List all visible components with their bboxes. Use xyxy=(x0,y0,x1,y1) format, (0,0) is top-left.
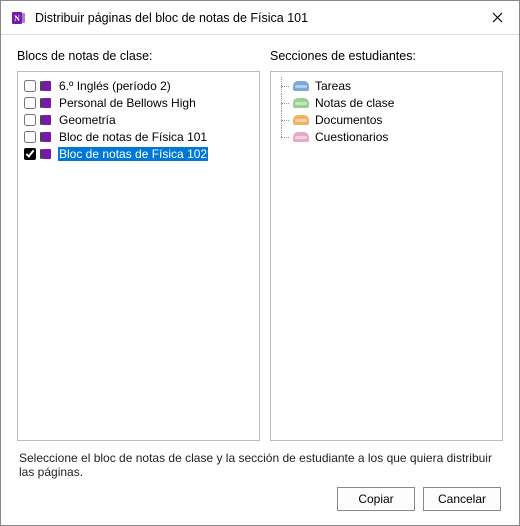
notebook-item[interactable]: Bloc de notas de Física 101 xyxy=(22,128,255,145)
section-tab-icon xyxy=(293,132,309,142)
notebook-icon xyxy=(40,97,54,109)
notebook-item[interactable]: Geometría xyxy=(22,111,255,128)
dialog-content: Blocs de notas de clase: 6.º Inglés (per… xyxy=(1,35,519,525)
notebook-icon xyxy=(40,148,54,160)
notebook-icon xyxy=(40,80,54,92)
notebook-item[interactable]: 6.º Inglés (período 2) xyxy=(22,77,255,94)
section-label: Tareas xyxy=(315,79,351,93)
columns: Blocs de notas de clase: 6.º Inglés (per… xyxy=(17,49,503,441)
svg-text:N: N xyxy=(14,14,20,23)
notebook-checkbox[interactable] xyxy=(24,97,36,109)
notebook-item[interactable]: Bloc de notas de Física 102 xyxy=(22,145,255,162)
app-icon: N xyxy=(11,10,27,26)
notebook-label: Bloc de notas de Física 102 xyxy=(58,147,208,161)
section-item[interactable]: Cuestionarios xyxy=(281,128,498,145)
button-row: Copiar Cancelar xyxy=(17,483,503,515)
instruction-text: Seleccione el bloc de notas de clase y l… xyxy=(17,441,503,483)
titlebar: N Distribuir páginas del bloc de notas d… xyxy=(1,1,519,35)
notebook-item[interactable]: Personal de Bellows High xyxy=(22,94,255,111)
section-label: Notas de clase xyxy=(315,96,394,110)
section-item[interactable]: Documentos xyxy=(281,111,498,128)
notebook-label: Bloc de notas de Física 101 xyxy=(58,130,208,144)
section-tab-icon xyxy=(293,115,309,125)
close-button[interactable] xyxy=(479,4,515,32)
notebook-label: Personal de Bellows High xyxy=(58,96,197,110)
notebook-label: 6.º Inglés (período 2) xyxy=(58,79,172,93)
notebooks-column: Blocs de notas de clase: 6.º Inglés (per… xyxy=(17,49,260,441)
section-item[interactable]: Tareas xyxy=(281,77,498,94)
section-tab-icon xyxy=(293,98,309,108)
notebook-icon xyxy=(40,131,54,143)
notebook-checkbox[interactable] xyxy=(24,80,36,92)
dialog-window: N Distribuir páginas del bloc de notas d… xyxy=(0,0,520,526)
cancel-button[interactable]: Cancelar xyxy=(423,487,501,511)
notebook-icon xyxy=(40,114,54,126)
notebook-checkbox[interactable] xyxy=(24,131,36,143)
section-item[interactable]: Notas de clase xyxy=(281,94,498,111)
dialog-title: Distribuir páginas del bloc de notas de … xyxy=(35,11,479,25)
sections-tree: Tareas Notas de clase Documentos Cuestionar… xyxy=(275,77,498,145)
notebooks-listbox[interactable]: 6.º Inglés (período 2) Personal de Bellow… xyxy=(17,71,260,441)
notebook-label: Geometría xyxy=(58,113,117,127)
section-label: Cuestionarios xyxy=(315,130,388,144)
notebooks-heading: Blocs de notas de clase: xyxy=(17,49,260,63)
notebook-checkbox[interactable] xyxy=(24,148,36,160)
copy-button[interactable]: Copiar xyxy=(337,487,415,511)
notebook-checkbox[interactable] xyxy=(24,114,36,126)
sections-heading: Secciones de estudiantes: xyxy=(270,49,503,63)
sections-listbox[interactable]: Tareas Notas de clase Documentos Cuestionar… xyxy=(270,71,503,441)
sections-column: Secciones de estudiantes: Tareas Notas de… xyxy=(260,49,503,441)
section-label: Documentos xyxy=(315,113,382,127)
section-tab-icon xyxy=(293,81,309,91)
